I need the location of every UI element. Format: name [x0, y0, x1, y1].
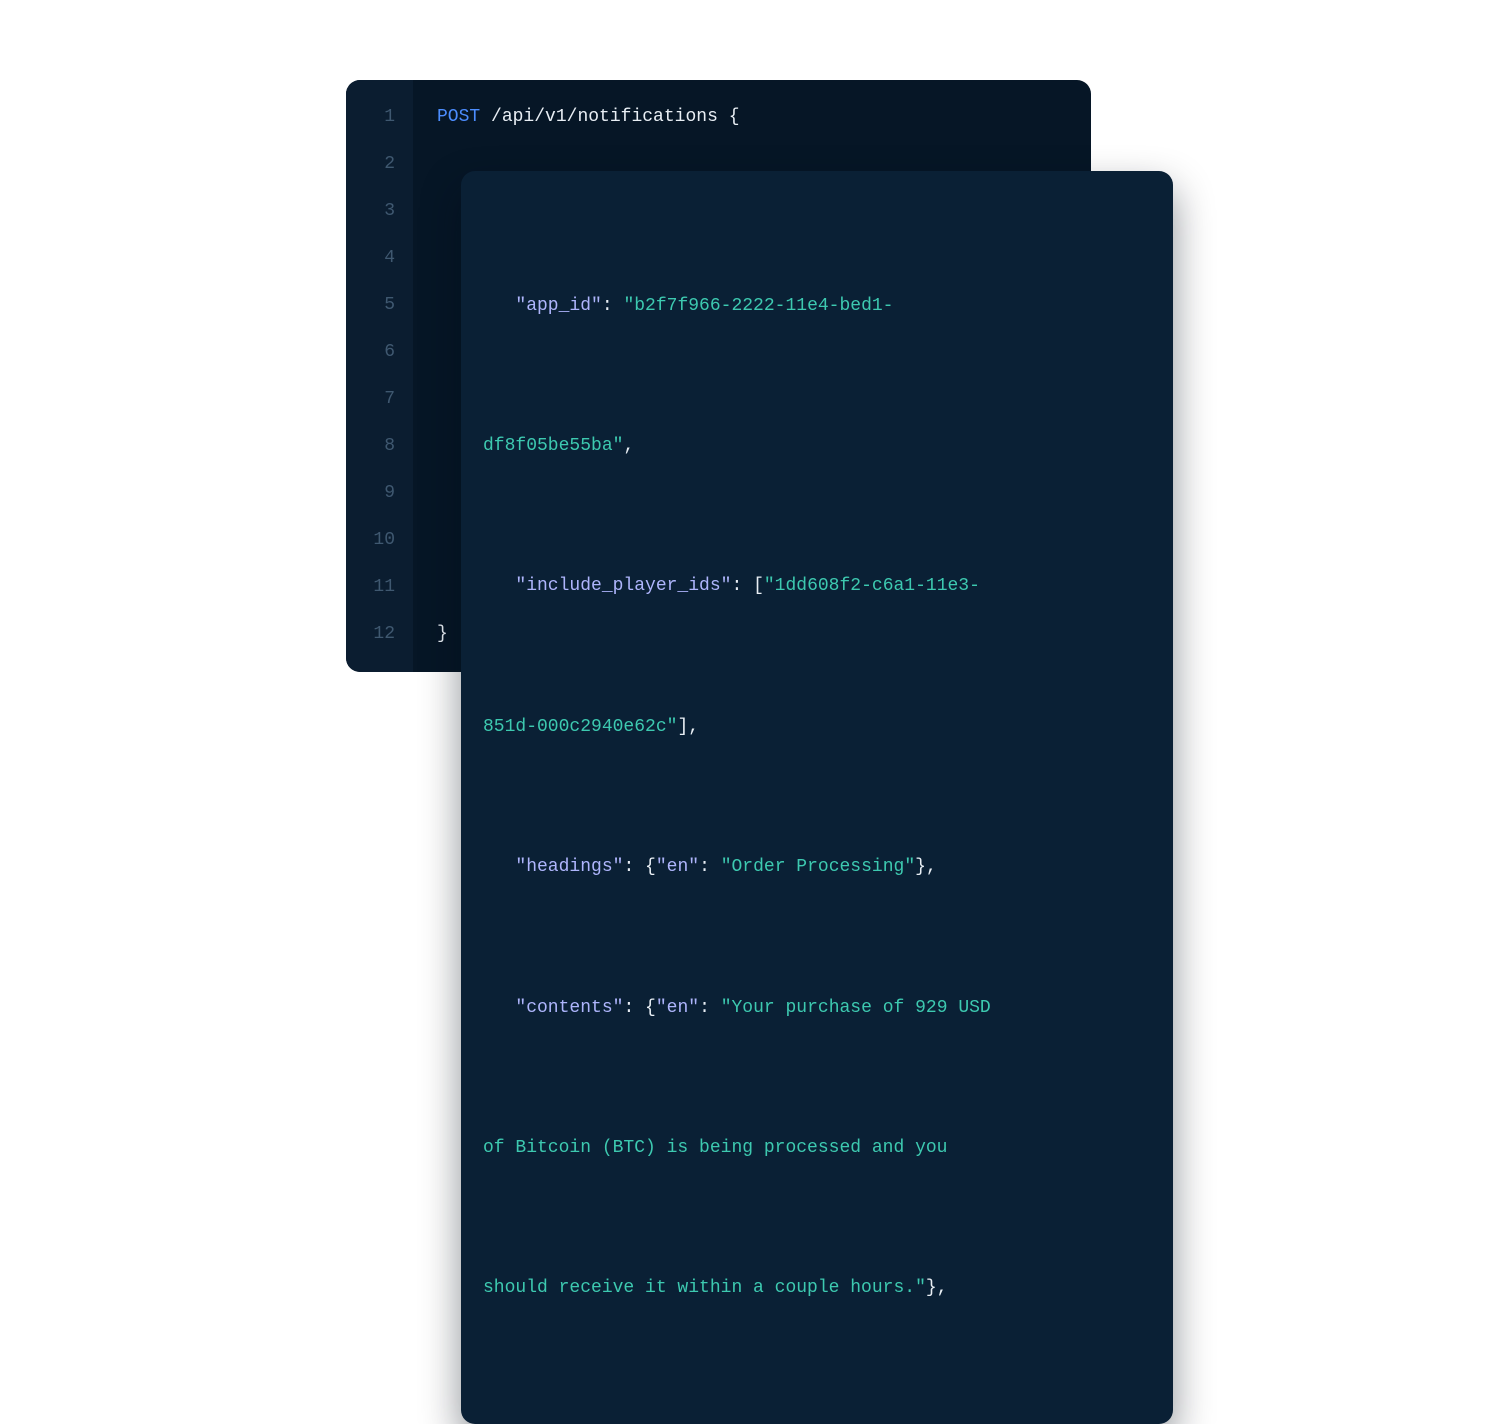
- close-brace: }: [437, 624, 448, 644]
- json-key: "include_player_ids": [515, 576, 731, 596]
- code-stage: 1 POST /api/v1/notifications { 2 3 4 5 6: [346, 80, 1146, 672]
- payload-card: "app_id": "b2f7f966-2222-11e4-bed1- df8f…: [461, 171, 1173, 1424]
- line-number: 4: [346, 235, 413, 282]
- payload-line-headings: "headings": {"en": "Order Processing"},: [483, 844, 1151, 891]
- http-method: POST: [437, 107, 480, 127]
- line-number: 12: [346, 611, 413, 658]
- line-number: 7: [346, 376, 413, 423]
- line-number: 6: [346, 329, 413, 376]
- json-value: "1dd608f2-c6a1-11e3-: [764, 576, 980, 596]
- json-key: "app_id": [515, 296, 601, 316]
- line-number: 8: [346, 423, 413, 470]
- line-number: 2: [346, 141, 413, 188]
- json-value: df8f05be55ba": [483, 436, 623, 456]
- json-value: of Bitcoin (BTC) is being processed and …: [483, 1138, 958, 1158]
- line-number: 5: [346, 282, 413, 329]
- json-value: should receive it within a couple hours.…: [483, 1278, 926, 1298]
- line-number: 1: [346, 94, 413, 141]
- payload-line-include-2: 851d-000c2940e62c"],: [483, 704, 1151, 751]
- line-number: 9: [346, 470, 413, 517]
- payload-line-app-id: "app_id": "b2f7f966-2222-11e4-bed1-: [483, 283, 1151, 330]
- json-key: "en": [656, 998, 699, 1018]
- json-value: 851d-000c2940e62c": [483, 717, 677, 737]
- json-value: "Order Processing": [721, 857, 915, 877]
- api-path: /api/v1/notifications: [491, 107, 718, 127]
- payload-line-app-id-2: df8f05be55ba",: [483, 423, 1151, 470]
- json-key: "en": [656, 857, 699, 877]
- open-brace: {: [729, 107, 740, 127]
- payload-line-include: "include_player_ids": ["1dd608f2-c6a1-11…: [483, 563, 1151, 610]
- json-value: "Your purchase of 929 USD: [721, 998, 1002, 1018]
- code-content: }: [413, 611, 448, 658]
- payload-line-contents-3: should receive it within a couple hours.…: [483, 1265, 1151, 1312]
- code-line-1: 1 POST /api/v1/notifications {: [346, 94, 1091, 141]
- json-key: "contents": [515, 998, 623, 1018]
- code-content: POST /api/v1/notifications {: [413, 94, 740, 141]
- line-number: 10: [346, 517, 413, 564]
- line-number: 3: [346, 188, 413, 235]
- payload-line-contents: "contents": {"en": "Your purchase of 929…: [483, 985, 1151, 1032]
- json-value: "b2f7f966-2222-11e4-bed1-: [623, 296, 893, 316]
- payload-line-contents-2: of Bitcoin (BTC) is being processed and …: [483, 1125, 1151, 1172]
- line-number: 11: [346, 564, 413, 611]
- json-key: "headings": [515, 857, 623, 877]
